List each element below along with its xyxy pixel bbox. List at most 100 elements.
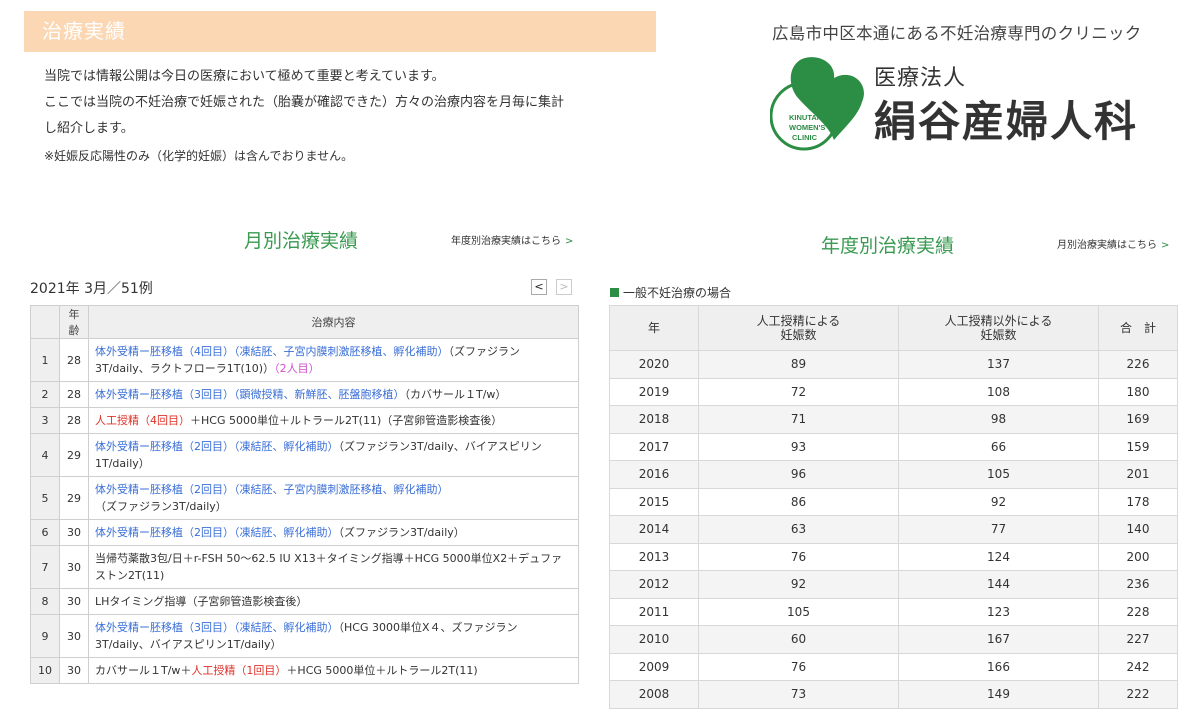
- header-total: 合 計: [1098, 305, 1178, 351]
- row-number: 3: [30, 407, 60, 434]
- prev-month-button[interactable]: <: [531, 279, 547, 295]
- logo-mark-text: WOMEN'S: [789, 123, 825, 132]
- cell-total: 236: [1098, 570, 1178, 599]
- table-row: 2013 76 124 200: [609, 542, 1178, 571]
- cell-ai: 73: [698, 680, 899, 709]
- next-month-button[interactable]: >: [556, 279, 572, 295]
- treatment-link[interactable]: 体外受精ー胚移植（4回目）（凍結胚、子宮内膜刺激胚移植、孵化補助）: [95, 345, 449, 358]
- treatment-text: ＋HCG 5000単位＋ルトラール2T(11): [286, 664, 478, 677]
- cell-year: 2013: [609, 542, 699, 571]
- cell-ai: 86: [698, 487, 899, 516]
- cell-total: 228: [1098, 597, 1178, 626]
- monthly-section-title: 月別治療実績: [244, 230, 359, 252]
- row-treatment: 当帰芍薬散3包/日＋r-FSH 50～62.5 IU X13＋タイミング指導＋H…: [88, 545, 579, 589]
- table-row: 6 30 体外受精ー胚移植（2回目）（凍結胚、孵化補助）（ズファジラン3T/dail…: [30, 519, 579, 546]
- header-ai-line: 人工授精による: [756, 314, 841, 328]
- row-number: 9: [30, 614, 60, 658]
- clinic-name: 絹谷産婦人科: [874, 97, 1139, 146]
- table-header-row: 年齢 治療内容: [30, 305, 579, 339]
- row-age: 29: [59, 433, 89, 477]
- cell-year: 2016: [609, 460, 699, 489]
- cell-other: 166: [898, 652, 1099, 681]
- chevron-right-icon: >: [1161, 240, 1170, 251]
- clinic-tagline: 広島市中区本通にある不妊治療専門のクリニック: [772, 24, 1142, 43]
- treatment-text: カバサール１T/w＋: [95, 664, 192, 677]
- row-number: 4: [30, 433, 60, 477]
- table-row: 8 30 LHタイミング指導（子宮卵管造影検査後）: [30, 588, 579, 615]
- row-age: 30: [59, 519, 89, 546]
- cell-other: 167: [898, 625, 1099, 654]
- cell-ai: 71: [698, 405, 899, 434]
- cell-year: 2011: [609, 597, 699, 626]
- treatment-text: LHタイミング指導（子宮卵管造影検査後）: [95, 595, 308, 608]
- cell-other: 149: [898, 680, 1099, 709]
- table-row: 2015 86 92 178: [609, 487, 1178, 516]
- cell-ai: 72: [698, 377, 899, 406]
- yearly-results-table: 年 人工授精による 妊娠数 人工授精以外による 妊娠数 合 計 2020 89 13…: [609, 305, 1178, 709]
- table-row: 2010 60 167 227: [609, 625, 1178, 654]
- subhead-label: 一般不妊治療の場合: [623, 286, 732, 300]
- cell-other: 66: [898, 432, 1099, 461]
- cell-total: 242: [1098, 652, 1178, 681]
- table-row: 2019 72 108 180: [609, 377, 1178, 406]
- monthly-results-table: 年齢 治療内容 1 28 体外受精ー胚移植（4回目）（凍結胚、子宮内膜刺激胚移植、孵…: [30, 305, 579, 684]
- cell-total: 227: [1098, 625, 1178, 654]
- treatment-text: （ズファジラン3T/daily）: [95, 500, 227, 513]
- treatment-text: （カバサール１T/w）: [404, 388, 507, 401]
- period-label: 2021年 3月／51例: [30, 281, 153, 297]
- cell-total: 180: [1098, 377, 1178, 406]
- treatment-text: ＋HCG 5000単位＋ルトラール2T(11)（子宮卵管造影検査後）: [190, 414, 503, 427]
- header-age: 年齢: [59, 305, 89, 339]
- table-row: 2020 89 137 226: [609, 350, 1178, 379]
- cell-year: 2015: [609, 487, 699, 516]
- treatment-text: 当帰芍薬散3包/日＋r-FSH 50～62.5 IU X13＋タイミング指導＋H…: [95, 552, 563, 582]
- chevron-right-icon: >: [565, 236, 574, 247]
- monthly-results-link[interactable]: 月別治療実績はこちら >: [1057, 236, 1169, 251]
- treatment-link[interactable]: 体外受精ー胚移植（3回目）（凍結胚、孵化補助）: [95, 621, 339, 634]
- logo-mark-text: CLINIC: [792, 133, 818, 142]
- cell-ai: 63: [698, 515, 899, 544]
- link-label: 年度別治療実績はこちら: [451, 236, 561, 247]
- table-row: 2008 73 149 222: [609, 680, 1178, 709]
- clinic-logo-icon: KINUTANI WOMEN'S CLINIC: [770, 57, 864, 151]
- intro-line: し紹介します。: [44, 121, 134, 136]
- header-other-line: 人工授精以外による: [944, 314, 1053, 328]
- cell-other: 124: [898, 542, 1099, 571]
- row-number: 8: [30, 588, 60, 615]
- cell-ai: 105: [698, 597, 899, 626]
- header-other: 人工授精以外による 妊娠数: [898, 305, 1099, 351]
- treatment-link[interactable]: 体外受精ー胚移植（2回目）（凍結胚、子宮内膜刺激胚移植、孵化補助）: [95, 483, 449, 496]
- cell-total: 178: [1098, 487, 1178, 516]
- table-row: 10 30 カバサール１T/w＋人工授精（1回目）＋HCG 5000単位＋ルトラール…: [30, 657, 579, 684]
- logo-mark-text: KINUTANI: [789, 113, 824, 122]
- table-row: 7 30 当帰芍薬散3包/日＋r-FSH 50～62.5 IU X13＋タイミング指…: [30, 545, 579, 589]
- row-age: 28: [59, 407, 89, 434]
- treatment-link[interactable]: 体外受精ー胚移植（2回目）（凍結胚、孵化補助）: [95, 440, 339, 453]
- yearly-results-link[interactable]: 年度別治療実績はこちら >: [451, 232, 573, 247]
- treatment-text: 人工授精（1回目）: [191, 664, 287, 677]
- row-treatment: 体外受精ー胚移植（3回目）（顕微授精、新鮮胚、胚盤胞移植）（カバサール１T/w）: [88, 381, 579, 408]
- yearly-section-title: 年度別治療実績: [821, 235, 955, 257]
- cell-other: 105: [898, 460, 1099, 489]
- cell-ai: 76: [698, 542, 899, 571]
- treatment-link[interactable]: 体外受精ー胚移植（3回目）（顕微授精、新鮮胚、胚盤胞移植）: [95, 388, 405, 401]
- row-age: 28: [59, 381, 89, 408]
- row-treatment: 体外受精ー胚移植（2回目）（凍結胚、孵化補助）（ズファジラン3T/daily、バ…: [88, 433, 579, 477]
- row-age: 30: [59, 588, 89, 615]
- cell-year: 2018: [609, 405, 699, 434]
- table-header-row: 年 人工授精による 妊娠数 人工授精以外による 妊娠数 合 計: [609, 305, 1178, 351]
- cell-other: 77: [898, 515, 1099, 544]
- table-row: 2014 63 77 140: [609, 515, 1178, 544]
- row-treatment: 体外受精ー胚移植（4回目）（凍結胚、子宮内膜刺激胚移植、孵化補助）（ズファジラン…: [88, 338, 579, 382]
- row-treatment: カバサール１T/w＋人工授精（1回目）＋HCG 5000単位＋ルトラール2T(1…: [88, 657, 579, 684]
- treatment-text: 人工授精（4回目）: [95, 414, 190, 427]
- table-row: 1 28 体外受精ー胚移植（4回目）（凍結胚、子宮内膜刺激胚移植、孵化補助）（ズファ…: [30, 338, 579, 382]
- cell-other: 98: [898, 405, 1099, 434]
- table-subhead: 一般不妊治療の場合: [610, 284, 731, 301]
- cell-year: 2019: [609, 377, 699, 406]
- page-banner: 治療実績: [24, 11, 656, 52]
- header-ai-line: 妊娠数: [780, 328, 817, 342]
- clinic-logo[interactable]: KINUTANI WOMEN'S CLINIC 医療法人 絹谷産婦人科: [770, 54, 1180, 159]
- treatment-link[interactable]: 体外受精ー胚移植（2回目）（凍結胚、孵化補助）: [95, 526, 339, 539]
- cell-total: 200: [1098, 542, 1178, 571]
